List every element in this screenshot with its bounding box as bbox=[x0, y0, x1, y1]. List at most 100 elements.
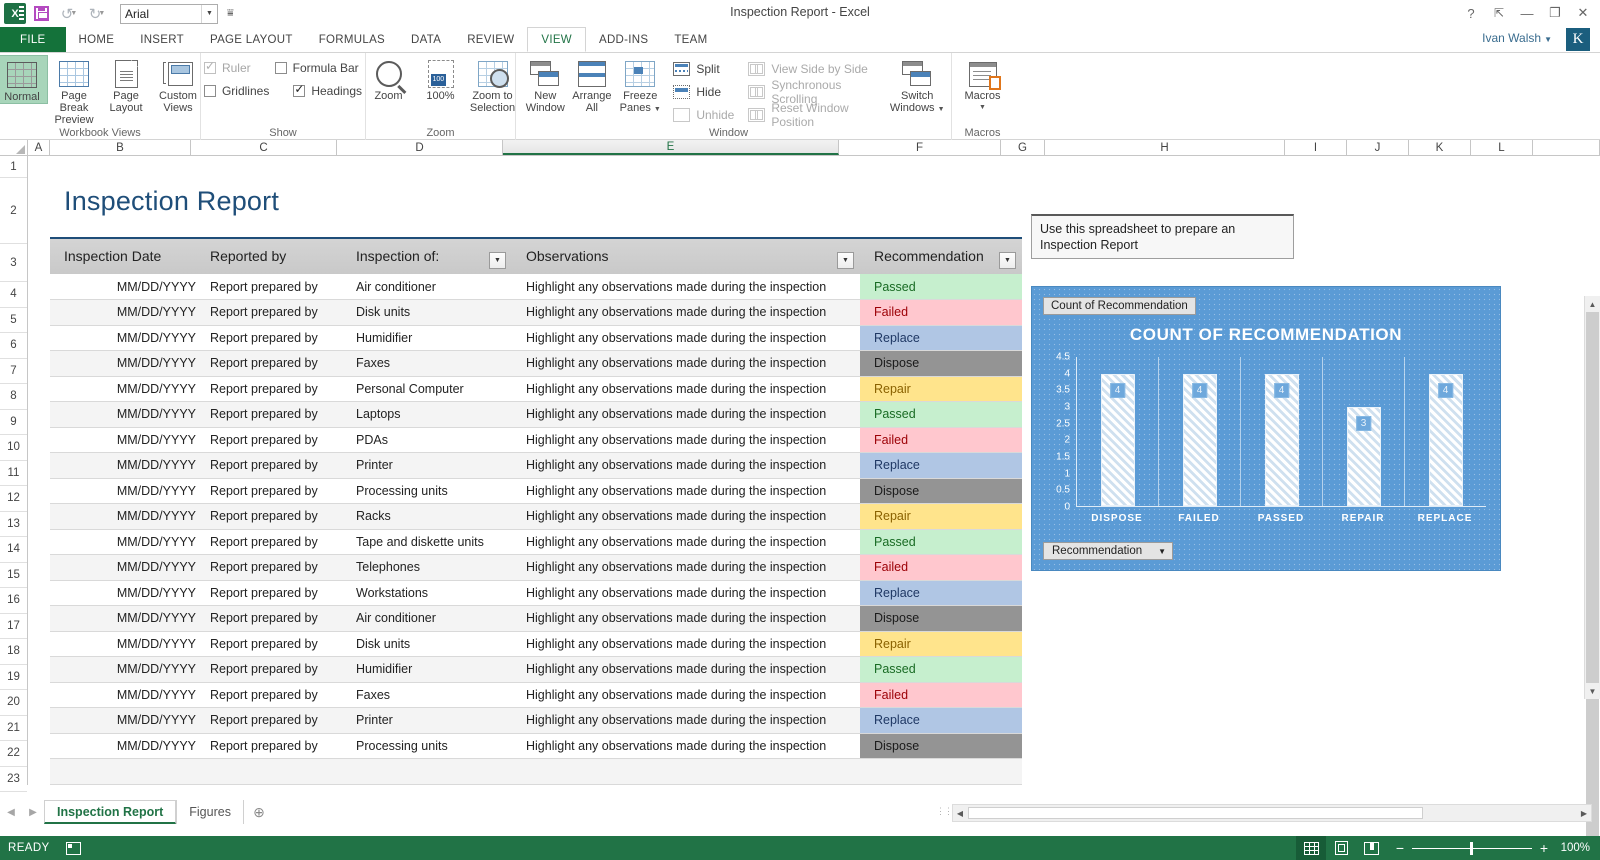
tab-formulas[interactable]: FORMULAS bbox=[306, 27, 398, 52]
cell-date[interactable]: MM/DD/YYYY bbox=[50, 504, 196, 530]
column-recommendation[interactable]: Recommendation▼ bbox=[860, 238, 1022, 274]
column-reported-by[interactable]: Reported by bbox=[196, 238, 342, 274]
row-header-22[interactable]: 22 bbox=[0, 741, 27, 767]
cell-reported-by[interactable]: Report prepared by bbox=[196, 427, 342, 453]
cell-reported-by[interactable]: Report prepared by bbox=[196, 300, 342, 326]
column-header-k[interactable]: K bbox=[1409, 140, 1471, 155]
cell-observations[interactable]: Highlight any observations made during t… bbox=[512, 555, 860, 581]
zoom-thumb[interactable] bbox=[1470, 842, 1473, 855]
cell-date[interactable]: MM/DD/YYYY bbox=[50, 274, 196, 300]
cell-reported-by[interactable]: Report prepared by bbox=[196, 580, 342, 606]
cell-observations[interactable]: Highlight any observations made during t… bbox=[512, 504, 860, 530]
table-row[interactable]: MM/DD/YYYYReport prepared byWorkstations… bbox=[50, 580, 1022, 606]
column-header-c[interactable]: C bbox=[191, 140, 337, 155]
vertical-scroll-thumb[interactable] bbox=[1586, 312, 1599, 860]
synchronous-scrolling-button[interactable]: Synchronous Scrolling bbox=[748, 82, 879, 101]
cell-item[interactable]: Air conditioner bbox=[342, 274, 512, 300]
reset-window-position-button[interactable]: Reset Window Position bbox=[748, 105, 879, 124]
cell-reported-by[interactable]: Report prepared by bbox=[196, 274, 342, 300]
horizontal-scrollbar[interactable]: ◀ ▶ bbox=[952, 804, 1592, 822]
headings-checkbox[interactable]: Headings bbox=[293, 84, 362, 98]
cell-observations[interactable]: Highlight any observations made during t… bbox=[512, 478, 860, 504]
cell-item[interactable]: Disk units bbox=[342, 300, 512, 326]
cell-reported-by[interactable]: Report prepared by bbox=[196, 453, 342, 479]
macros-button[interactable]: Macros ▼ bbox=[957, 55, 1009, 114]
table-row[interactable]: MM/DD/YYYYReport prepared byDisk unitsHi… bbox=[50, 631, 1022, 657]
cell-date[interactable]: MM/DD/YYYY bbox=[50, 529, 196, 555]
zoom-level-label[interactable]: 100% bbox=[1550, 842, 1590, 854]
column-header-i[interactable]: I bbox=[1285, 140, 1347, 155]
bar-passed[interactable]: 4 bbox=[1265, 374, 1299, 506]
sheet-tab-inspection-report[interactable]: Inspection Report bbox=[44, 800, 176, 824]
row-header-20[interactable]: 20 bbox=[0, 690, 27, 716]
row-header-15[interactable]: 15 bbox=[0, 563, 27, 589]
chevron-down-icon[interactable]: ▼ bbox=[1158, 547, 1166, 556]
cell-recommendation[interactable]: Failed bbox=[860, 427, 1022, 453]
avatar[interactable]: K bbox=[1566, 28, 1590, 51]
arrange-all-button[interactable]: Arrange All bbox=[569, 55, 616, 114]
cell-recommendation[interactable]: Failed bbox=[860, 682, 1022, 708]
new-window-button[interactable]: New Window bbox=[522, 55, 569, 114]
gridlines-checkbox[interactable]: Gridlines bbox=[204, 84, 269, 98]
cell-recommendation[interactable]: Failed bbox=[860, 555, 1022, 581]
cell-item[interactable]: Laptops bbox=[342, 402, 512, 428]
table-row[interactable]: MM/DD/YYYYReport prepared byAir conditio… bbox=[50, 606, 1022, 632]
prev-sheet-button[interactable]: ◀ bbox=[0, 800, 22, 824]
cell-item[interactable]: Telephones bbox=[342, 555, 512, 581]
row-header-18[interactable]: 18 bbox=[0, 639, 27, 665]
cell-recommendation[interactable]: Repair bbox=[860, 504, 1022, 530]
cell-reported-by[interactable]: Report prepared by bbox=[196, 325, 342, 351]
cell-reported-by[interactable]: Report prepared by bbox=[196, 504, 342, 530]
scroll-up-button[interactable]: ▲ bbox=[1585, 296, 1600, 312]
row-header-10[interactable]: 10 bbox=[0, 435, 27, 461]
cell-date[interactable]: MM/DD/YYYY bbox=[50, 555, 196, 581]
cell-recommendation[interactable]: Dispose bbox=[860, 351, 1022, 377]
cell-date[interactable]: MM/DD/YYYY bbox=[50, 733, 196, 759]
cell-observations[interactable]: Highlight any observations made during t… bbox=[512, 427, 860, 453]
cell-recommendation[interactable]: Dispose bbox=[860, 733, 1022, 759]
row-header-1[interactable]: 1 bbox=[0, 156, 27, 178]
switch-windows-button[interactable]: Switch Windows ▼ bbox=[889, 55, 945, 116]
table-row[interactable]: MM/DD/YYYYReport prepared byPersonal Com… bbox=[50, 376, 1022, 402]
horizontal-scroll-track[interactable] bbox=[967, 806, 1577, 820]
cell-item[interactable]: Disk units bbox=[342, 631, 512, 657]
cell-recommendation[interactable]: Passed bbox=[860, 657, 1022, 683]
table-row[interactable]: MM/DD/YYYYReport prepared byHumidifierHi… bbox=[50, 657, 1022, 683]
row-header-6[interactable]: 6 bbox=[0, 333, 27, 359]
table-row[interactable]: MM/DD/YYYYReport prepared byFaxesHighlig… bbox=[50, 351, 1022, 377]
cell-observations[interactable]: Highlight any observations made during t… bbox=[512, 402, 860, 428]
cell-recommendation[interactable]: Replace bbox=[860, 580, 1022, 606]
table-row[interactable]: MM/DD/YYYYReport prepared byProcessing u… bbox=[50, 478, 1022, 504]
cell-observations[interactable]: Highlight any observations made during t… bbox=[512, 708, 860, 734]
cell-recommendation[interactable]: Repair bbox=[860, 376, 1022, 402]
row-header-7[interactable]: 7 bbox=[0, 359, 27, 385]
row-header-16[interactable]: 16 bbox=[0, 588, 27, 614]
column-inspection-of[interactable]: Inspection of:▼ bbox=[342, 238, 512, 274]
filter-button-recommendation[interactable]: ▼ bbox=[999, 252, 1016, 269]
cell-reported-by[interactable]: Report prepared by bbox=[196, 708, 342, 734]
row-header-8[interactable]: 8 bbox=[0, 384, 27, 410]
cell-item[interactable]: Personal Computer bbox=[342, 376, 512, 402]
filter-button-inspection-of[interactable]: ▼ bbox=[489, 252, 506, 269]
column-header-d[interactable]: D bbox=[337, 140, 503, 155]
cell-date[interactable]: MM/DD/YYYY bbox=[50, 453, 196, 479]
page-break-preview-button[interactable]: Page Break Preview bbox=[48, 55, 100, 126]
cell-observations[interactable]: Highlight any observations made during t… bbox=[512, 529, 860, 555]
cell-observations[interactable]: Highlight any observations made during t… bbox=[512, 606, 860, 632]
column-observations[interactable]: Observations▼ bbox=[512, 238, 860, 274]
cell-date[interactable]: MM/DD/YYYY bbox=[50, 657, 196, 683]
zoom-track[interactable] bbox=[1412, 848, 1532, 849]
cell-item[interactable]: Faxes bbox=[342, 351, 512, 377]
row-header-13[interactable]: 13 bbox=[0, 512, 27, 538]
normal-view-status-button[interactable] bbox=[1296, 836, 1326, 860]
cell-observations[interactable]: Highlight any observations made during t… bbox=[512, 274, 860, 300]
column-header-l[interactable]: L bbox=[1471, 140, 1533, 155]
cell-reported-by[interactable]: Report prepared by bbox=[196, 351, 342, 377]
bar-replace[interactable]: 4 bbox=[1429, 374, 1463, 506]
record-macro-icon[interactable] bbox=[66, 842, 81, 855]
vertical-scrollbar[interactable]: ▲ ▼ bbox=[1584, 296, 1600, 699]
row-header-5[interactable]: 5 bbox=[0, 308, 27, 334]
tab-review[interactable]: REVIEW bbox=[454, 27, 527, 52]
zoom-slider[interactable]: − + bbox=[1394, 840, 1550, 856]
sheet-canvas[interactable]: Inspection Report Inspection Date Report… bbox=[28, 156, 1600, 785]
